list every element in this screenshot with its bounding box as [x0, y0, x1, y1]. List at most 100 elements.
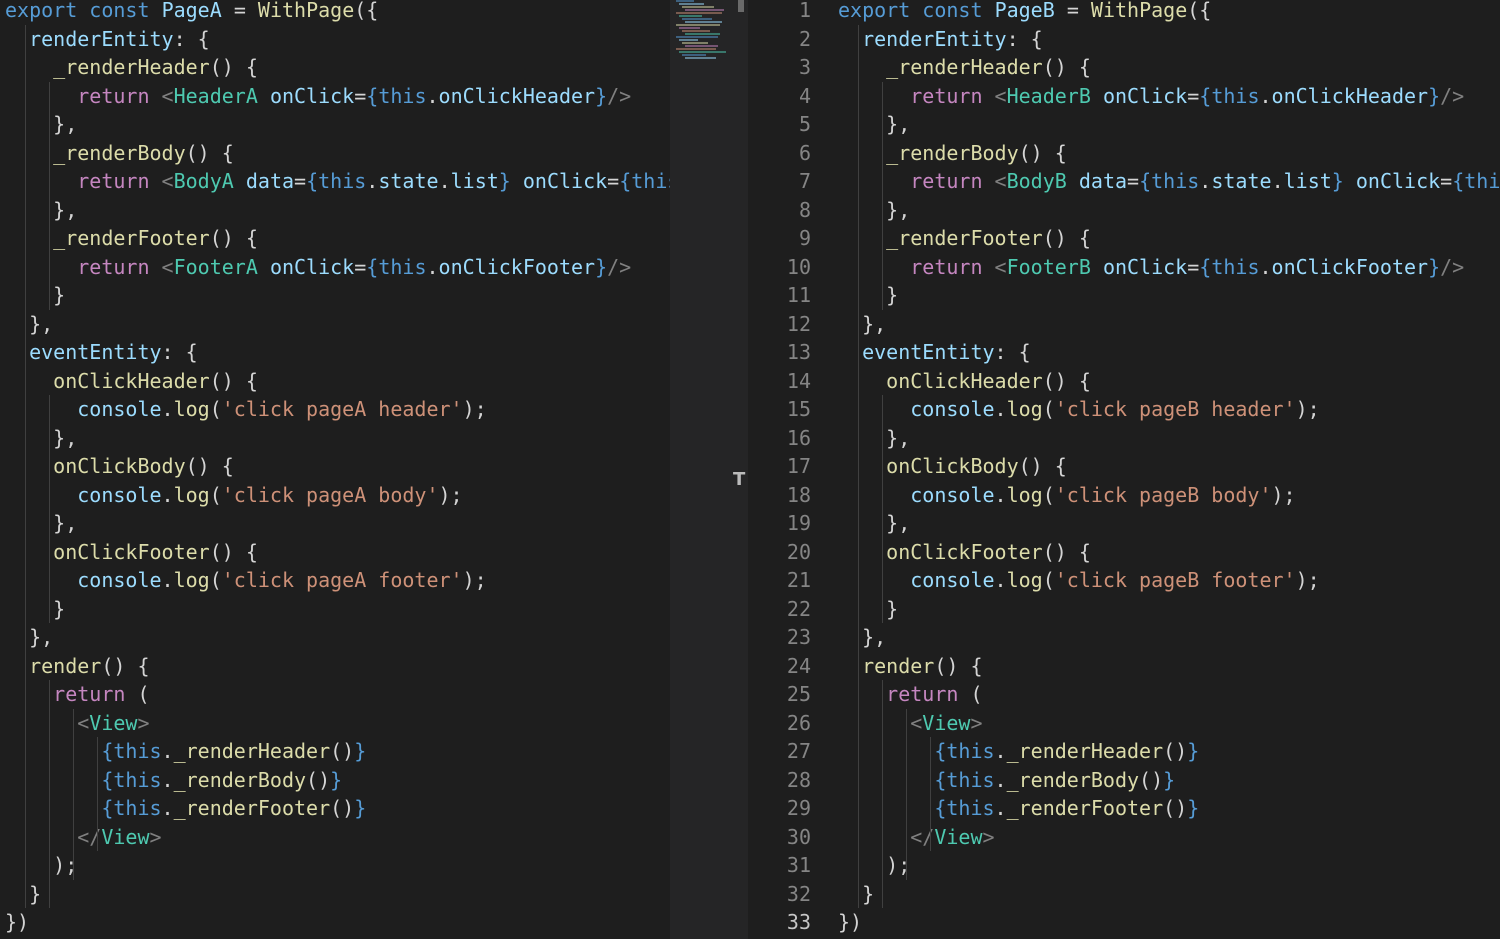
code-line[interactable]: }, [0, 509, 670, 538]
code-line[interactable]: }, [0, 310, 670, 339]
indent-guide [882, 395, 884, 623]
code-line[interactable]: 23 }, [748, 623, 1500, 652]
code-token: () { [1042, 539, 1091, 564]
code-line[interactable]: 28 {this._renderBody()} [748, 766, 1500, 795]
code-line[interactable]: _renderHeader() { [0, 53, 670, 82]
code-line[interactable]: 21 console.log('click pageB footer'); [748, 566, 1500, 595]
line-number: 9 [798, 226, 811, 250]
code-line[interactable]: 30 </View> [748, 823, 1500, 852]
code-line[interactable]: 1 export const PageB = WithPage({ [748, 0, 1500, 25]
code-line[interactable]: 31 ); [748, 851, 1500, 880]
code-line[interactable]: 4 return <HeaderB onClick={this.onClickH… [748, 82, 1500, 111]
code-line[interactable]: 29 {this._renderFooter()} [748, 794, 1500, 823]
code-line[interactable]: {this._renderBody()} [0, 766, 670, 795]
code-line[interactable]: console.log('click pageA header'); [0, 395, 670, 424]
code-line[interactable]: eventEntity: { [0, 338, 670, 367]
code-line[interactable]: 16 }, [748, 424, 1500, 453]
code-line[interactable]: 10 return <FooterB onClick={this.onClick… [748, 253, 1500, 282]
code-line[interactable]: }, [0, 110, 670, 139]
code-line[interactable]: }, [0, 424, 670, 453]
code-line[interactable]: _renderBody() { [0, 139, 670, 168]
code-line[interactable]: 3 _renderHeader() { [748, 53, 1500, 82]
code-line[interactable]: onClickHeader() { [0, 367, 670, 396]
code-line[interactable]: 14 onClickHeader() { [748, 367, 1500, 396]
code-line[interactable]: render() { [0, 652, 670, 681]
code-text: eventEntity: { [5, 338, 198, 367]
line-number: 1 [798, 0, 811, 22]
code-token: renderEntity [29, 26, 174, 51]
code-line[interactable]: 25 return ( [748, 680, 1500, 709]
code-line[interactable]: } [0, 880, 670, 909]
editor-pane-right[interactable]: 1 export const PageB = WithPage({2 render… [748, 0, 1500, 939]
code-line[interactable]: return <BodyA data={this.state.list} onC… [0, 167, 670, 196]
line-number: 13 [786, 340, 811, 364]
code-line[interactable]: 22 } [748, 595, 1500, 624]
scrollbar-thumb[interactable] [738, 0, 744, 12]
code-token: log [1006, 568, 1043, 592]
code-line[interactable]: ); [0, 851, 670, 880]
code-line[interactable]: 20 onClickFooter() { [748, 538, 1500, 567]
code-token: = [1187, 83, 1200, 108]
code-line[interactable]: 2 renderEntity: { [748, 25, 1500, 54]
code-line[interactable]: 8 }, [748, 196, 1500, 225]
code-line[interactable]: }, [0, 196, 670, 225]
code-line[interactable]: return <HeaderA onClick={this.onClickHea… [0, 82, 670, 111]
code-line[interactable]: <View> [0, 709, 670, 738]
code-line[interactable]: } [0, 281, 670, 310]
code-line[interactable]: {this._renderHeader()} [0, 737, 670, 766]
minimap-row [682, 18, 712, 20]
code-line[interactable]: 32 } [748, 880, 1500, 909]
code-line[interactable]: onClickBody() { [0, 452, 670, 481]
code-text: </View> [5, 823, 161, 852]
code-token: this [1464, 169, 1500, 193]
code-line[interactable]: 17 onClickBody() { [748, 452, 1500, 481]
code-line[interactable]: 26 <View> [748, 709, 1500, 738]
code-line[interactable]: 9 _renderFooter() { [748, 224, 1500, 253]
code-token: console [77, 482, 162, 507]
code-line[interactable]: 24 render() { [748, 652, 1500, 681]
code-line[interactable]: 13 eventEntity: { [748, 338, 1500, 367]
line-number: 12 [786, 311, 811, 336]
code-line[interactable]: _renderFooter() { [0, 224, 670, 253]
editor-pane-left[interactable]: export const PageA = WithPage({ renderEn… [0, 0, 670, 939]
code-line[interactable]: </View> [0, 823, 670, 852]
minimap-row [679, 39, 698, 41]
line-number: 21 [786, 568, 811, 592]
code-line[interactable]: 7 return <BodyB data={this.state.list} o… [748, 167, 1500, 196]
code-line[interactable]: } [0, 595, 670, 624]
code-line[interactable]: console.log('click pageA body'); [0, 481, 670, 510]
code-line[interactable]: 11 } [748, 281, 1500, 310]
code-line[interactable]: return ( [0, 680, 670, 709]
code-line[interactable]: 15 console.log('click pageB header'); [748, 395, 1500, 424]
code-token: log [1006, 397, 1043, 421]
code-line[interactable]: return <FooterA onClick={this.onClickFoo… [0, 253, 670, 282]
code-line[interactable]: }) [0, 908, 670, 937]
code-line[interactable]: 12 }, [748, 310, 1500, 339]
code-line[interactable]: {this._renderFooter()} [0, 794, 670, 823]
code-token: _renderHeader [886, 55, 1043, 79]
minimap-left[interactable] [673, 0, 733, 62]
code-line[interactable]: }, [0, 623, 670, 652]
code-line[interactable]: console.log('click pageA footer'); [0, 566, 670, 595]
code-line[interactable]: renderEntity: { [0, 25, 670, 54]
code-line[interactable]: 18 console.log('click pageB body'); [748, 481, 1500, 510]
line-number: 18 [786, 482, 811, 507]
code-line[interactable]: onClickFooter() { [0, 538, 670, 567]
code-line[interactable]: 33}) [748, 908, 1500, 937]
code-token: this [946, 796, 995, 820]
minimap-row [679, 3, 704, 5]
code-line[interactable]: 27 {this._renderHeader()} [748, 737, 1500, 766]
code-line[interactable]: 19 }, [748, 509, 1500, 538]
code-line[interactable]: 5 }, [748, 110, 1500, 139]
code-text: {this._renderHeader()} [838, 737, 1199, 766]
code-line[interactable]: export const PageA = WithPage({ [0, 0, 670, 25]
code-line[interactable]: 6 _renderBody() { [748, 139, 1500, 168]
code-text: _renderFooter() { [838, 224, 1091, 253]
split-divider[interactable]: T [670, 0, 748, 939]
split-handle-icon[interactable]: T [733, 471, 745, 489]
line-number: 5 [798, 112, 811, 136]
